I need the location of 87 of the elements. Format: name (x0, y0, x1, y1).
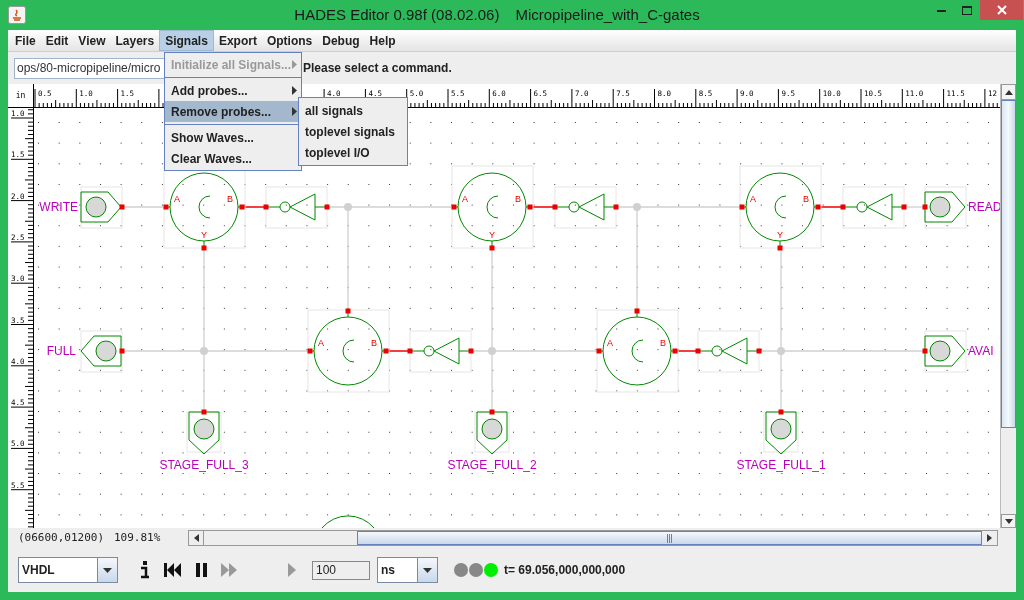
submenu-arrow-icon (292, 86, 297, 95)
pin-label: A (174, 194, 180, 204)
menu-item[interactable]: Layers (110, 30, 160, 51)
probe-symbol[interactable] (763, 409, 799, 455)
probe-symbol[interactable] (474, 409, 510, 455)
wire-junction (344, 203, 352, 211)
play-icon (288, 563, 296, 577)
signal-label: STAGE_FULL_2 (447, 458, 537, 472)
inverter-symbol[interactable] (407, 330, 474, 373)
simulation-time: t= 69.056,000,000,000 (504, 562, 626, 579)
language-dropdown[interactable]: VHDL (18, 557, 118, 583)
menu-item[interactable]: Edit (40, 30, 74, 51)
c-element-symbol[interactable] (321, 515, 375, 528)
scroll-grip-icon (666, 533, 673, 543)
fast-forward-icon (221, 563, 237, 577)
menu-entry[interactable]: Show Waves... (165, 127, 301, 148)
wire-junction (488, 347, 496, 355)
menu-item[interactable]: Help (364, 30, 401, 51)
menu-item[interactable]: Signals (159, 30, 214, 51)
wire-junction (633, 203, 641, 211)
vertical-scrollbar[interactable] (1000, 84, 1016, 528)
status-message: Please select a command. (303, 60, 452, 77)
menu-item[interactable]: Export (213, 30, 262, 51)
scroll-down-icon (1004, 518, 1013, 524)
cursor-coordinates: (06600,01200) (18, 529, 106, 546)
signal-label: WRITE (39, 200, 78, 214)
dropdown-arrow-icon (103, 567, 112, 573)
signal-label: AVAI (968, 344, 994, 358)
menu-entry[interactable]: Clear Waves... (165, 148, 301, 169)
menu-entry[interactable]: Add probes... (165, 80, 301, 101)
pin-label: A (318, 338, 324, 348)
menu-entry[interactable]: toplevel I/O (299, 142, 407, 163)
minimize-icon (936, 8, 946, 12)
rewind-icon (164, 563, 182, 577)
pin-label: B (371, 338, 377, 348)
inverter-symbol[interactable] (840, 186, 907, 229)
info-icon (140, 561, 150, 579)
submenu-arrow-icon (292, 107, 297, 116)
menu-entry[interactable]: Remove probes... (165, 101, 301, 122)
menu-entry[interactable]: toplevel signals (299, 121, 407, 142)
scroll-up-icon (1004, 89, 1013, 95)
pin-label: A (607, 338, 613, 348)
signal-label: STAGE_FULL_1 (736, 458, 826, 472)
scroll-right-icon (987, 534, 992, 542)
io-port-symbol[interactable] (922, 330, 967, 373)
c-element-symbol[interactable] (451, 165, 534, 251)
inverter-symbol[interactable] (695, 330, 762, 373)
inverter-symbol[interactable] (263, 186, 330, 229)
pin-label: A (462, 194, 468, 204)
menu-item[interactable]: Debug (317, 30, 365, 51)
menu-item[interactable]: File (10, 30, 41, 51)
pause-icon (195, 563, 207, 577)
pin-label: Y (777, 230, 783, 240)
pin-label: Y (201, 230, 207, 240)
pin-label: B (227, 194, 233, 204)
pin-label: B (660, 338, 666, 348)
document-title: Micropipeline_with_C-gates (515, 4, 700, 25)
zoom-level: 109.81% (114, 529, 162, 546)
horizontal-scrollbar[interactable] (188, 530, 998, 546)
signal-label: READ (968, 200, 1000, 214)
unit-dropdown[interactable]: ns (377, 557, 438, 583)
scroll-left-icon (193, 534, 199, 542)
wire-junction (777, 347, 785, 355)
c-element-symbol[interactable] (739, 165, 822, 251)
pin-label: A (750, 194, 756, 204)
pin-label: Y (489, 230, 495, 240)
probe-symbol[interactable] (186, 409, 222, 455)
io-port-symbol[interactable] (922, 186, 967, 229)
signal-label: STAGE_FULL_3 (159, 458, 249, 472)
submenu-arrow-icon (292, 60, 297, 69)
io-port-symbol[interactable] (80, 186, 125, 229)
step-field[interactable]: 100 (312, 560, 370, 580)
close-icon (996, 5, 1007, 15)
pin-label: B (803, 194, 809, 204)
dropdown-arrow-icon (423, 567, 432, 573)
menu-item[interactable]: Options (261, 30, 318, 51)
inverter-symbol[interactable] (552, 186, 619, 229)
close-button[interactable] (980, 0, 1023, 20)
ruler-unit: in (15, 89, 26, 102)
maximize-icon (962, 5, 972, 15)
wire-junction (200, 347, 208, 355)
pin-label: B (515, 194, 521, 204)
io-port-symbol[interactable] (80, 330, 125, 373)
signal-label: FULL (46, 344, 76, 358)
menu-item[interactable]: View (73, 30, 111, 51)
app-icon (8, 6, 26, 24)
window-title: HADES Editor 0.98f (08.02.06) (294, 4, 500, 25)
